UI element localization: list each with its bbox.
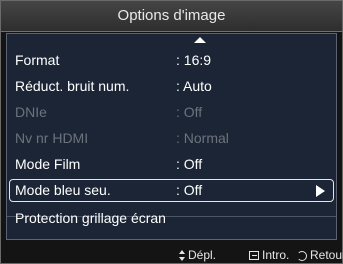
menu-item-screen-burn-protection[interactable]: Protection grillage écran <box>9 207 334 230</box>
menu-item-label: Réduct. bruit num. <box>15 78 130 94</box>
menu-item-film-mode[interactable]: Mode Film : Off <box>9 153 334 176</box>
menu-item-value: : Off <box>176 156 203 172</box>
footer-hints: Dépl. Intro. Retour <box>1 247 343 263</box>
enter-icon <box>249 251 259 261</box>
menu-item-value: : 16:9 <box>176 52 212 68</box>
menu-item-hdmi-black-level: Nv nr HDMI : Normal <box>9 127 334 150</box>
options-panel: Format : 16:9 Réduct. bruit num. : Auto … <box>6 33 337 240</box>
right-triangle-icon <box>316 185 325 197</box>
return-icon <box>297 250 307 261</box>
hint-return: Retour <box>297 247 343 263</box>
up-triangle-icon[interactable] <box>194 37 206 43</box>
hint-return-label: Retour <box>310 248 343 262</box>
menu-item-label: Mode Film <box>15 156 81 172</box>
menu-item-dnie: DNIe : Off <box>9 101 334 124</box>
menu-item-value: : Off <box>176 104 203 120</box>
menu-item-value: : Off <box>176 182 203 198</box>
menu-item-value: : Normal <box>176 130 229 146</box>
hint-enter-label: Intro. <box>262 248 290 262</box>
menu-item-noise-reduction[interactable]: Réduct. bruit num. : Auto <box>9 75 334 98</box>
hint-move-label: Dépl. <box>188 248 217 262</box>
menu-item-label: DNIe <box>15 104 47 120</box>
menu-item-format[interactable]: Format : 16:9 <box>9 49 334 72</box>
up-down-icon <box>179 250 185 262</box>
menu-item-label: Format <box>15 52 60 68</box>
menu-item-label: Mode bleu seu. <box>15 182 111 198</box>
menu-item-blue-only-mode[interactable]: Mode bleu seu. : Off <box>9 179 334 202</box>
tv-osd-menu: Options d'image Format : 16:9 Réduct. br… <box>0 0 343 264</box>
menu-title: Options d'image <box>1 1 342 32</box>
menu-item-label: Protection grillage écran <box>15 210 166 226</box>
menu-item-label: Nv nr HDMI <box>15 130 89 146</box>
hint-enter: Intro. <box>249 247 289 263</box>
menu-item-value: : Auto <box>176 78 212 94</box>
hint-move: Dépl. <box>179 247 216 263</box>
